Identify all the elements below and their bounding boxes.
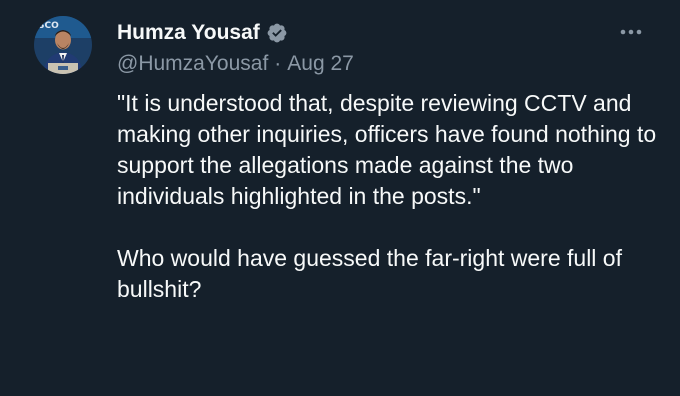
- tweet-meta: @HumzaYousaf · Aug 27: [117, 52, 354, 76]
- tweet-header: Humza Yousaf: [117, 17, 620, 49]
- more-options-icon[interactable]: [618, 22, 644, 42]
- tweet-paragraph-comment: Who would have guessed the far-right wer…: [117, 245, 622, 302]
- meta-separator: ·: [274, 52, 282, 75]
- avatar[interactable]: SCO: [34, 16, 92, 74]
- tweet-text: "It is understood that, despite reviewin…: [117, 88, 657, 305]
- avatar-image: SCO: [34, 16, 92, 74]
- tweet-card: SCO Humza Yousaf @HumzaYousaf · Aug 27 "…: [0, 0, 680, 396]
- verified-badge-icon: [266, 22, 288, 44]
- author-display-name[interactable]: Humza Yousaf: [117, 21, 260, 45]
- author-handle[interactable]: @HumzaYousaf: [117, 52, 268, 76]
- tweet-paragraph-quote: "It is understood that, despite reviewin…: [117, 90, 657, 209]
- avatar-backdrop-text: SCO: [38, 21, 59, 31]
- tweet-date[interactable]: Aug 27: [287, 52, 354, 76]
